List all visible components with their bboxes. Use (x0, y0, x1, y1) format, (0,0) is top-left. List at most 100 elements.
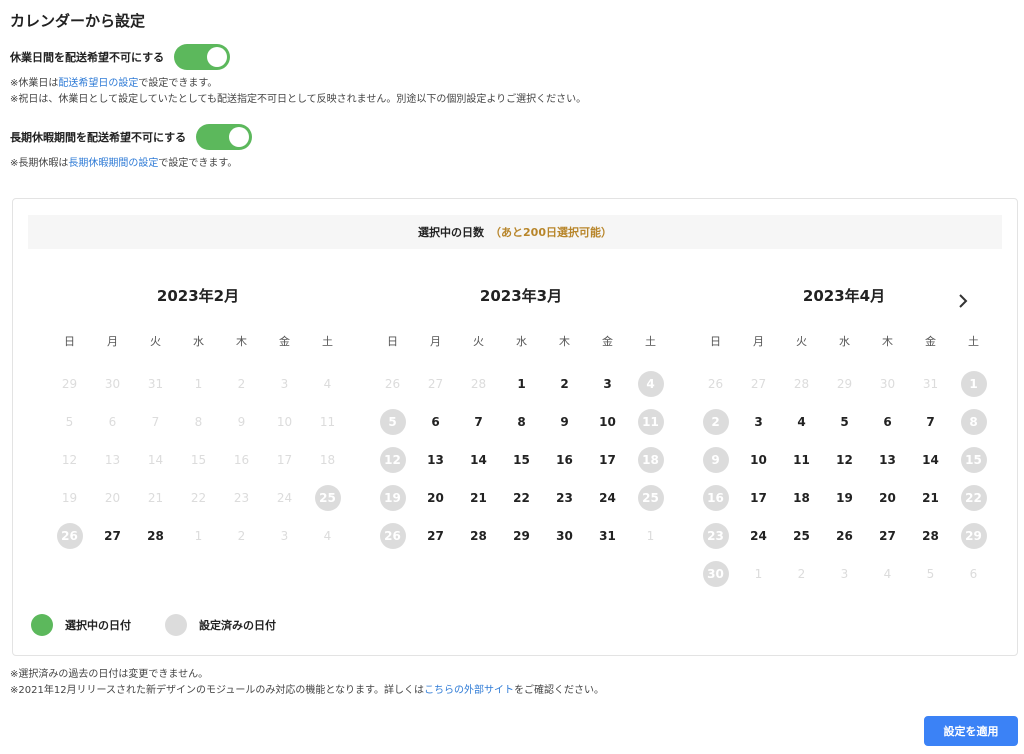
day-cell[interactable]: 4 (629, 365, 672, 403)
day-cell[interactable]: 10 (586, 403, 629, 441)
note-text: ※休業日は (10, 78, 59, 89)
day-cell[interactable]: 27 (866, 517, 909, 555)
day-cell[interactable]: 26 (48, 517, 91, 555)
weekday-label: 火 (150, 335, 161, 348)
day-cell[interactable]: 20 (414, 479, 457, 517)
day-cell[interactable]: 26 (823, 517, 866, 555)
day-cell[interactable]: 17 (586, 441, 629, 479)
day-cell[interactable]: 17 (737, 479, 780, 517)
day-cell[interactable]: 26 (371, 517, 414, 555)
day-cell[interactable]: 2 (694, 403, 737, 441)
day-number: 22 (960, 485, 987, 511)
day-cell[interactable]: 1 (500, 365, 543, 403)
day-number: 28 (470, 529, 487, 543)
day-cell[interactable]: 19 (371, 479, 414, 517)
day-cell[interactable]: 16 (543, 441, 586, 479)
day-cell[interactable]: 13 (866, 441, 909, 479)
day-cell[interactable]: 30 (694, 555, 737, 593)
vacation-toggle[interactable] (196, 124, 253, 150)
day-cell[interactable]: 18 (780, 479, 823, 517)
day-cell[interactable]: 5 (823, 403, 866, 441)
day-number: 12 (379, 447, 406, 473)
day-cell[interactable]: 3 (737, 403, 780, 441)
day-cell[interactable]: 11 (629, 403, 672, 441)
delivery-date-settings-link[interactable]: 配送希望日の設定 (58, 78, 138, 89)
day-cell[interactable]: 14 (909, 441, 952, 479)
day-number: 23 (702, 523, 729, 549)
day-cell[interactable]: 14 (457, 441, 500, 479)
day-cell[interactable]: 2 (543, 365, 586, 403)
day-cell[interactable]: 22 (952, 479, 995, 517)
day-number: 23 (556, 491, 573, 505)
day-cell[interactable]: 1 (952, 365, 995, 403)
day-cell[interactable]: 24 (737, 517, 780, 555)
day-cell[interactable]: 15 (500, 441, 543, 479)
day-cell[interactable]: 25 (780, 517, 823, 555)
day-cell[interactable]: 5 (371, 403, 414, 441)
day-cell[interactable]: 21 (457, 479, 500, 517)
vacation-settings-link[interactable]: 長期休暇期間の設定 (68, 158, 158, 169)
day-cell[interactable]: 19 (823, 479, 866, 517)
day-cell[interactable]: 29 (952, 517, 995, 555)
day-cell[interactable]: 21 (909, 479, 952, 517)
day-cell[interactable]: 10 (737, 441, 780, 479)
day-cell[interactable]: 23 (543, 479, 586, 517)
day-cell[interactable]: 22 (500, 479, 543, 517)
day-cell[interactable]: 18 (629, 441, 672, 479)
day-cell[interactable]: 13 (414, 441, 457, 479)
month-title: 2023年2月 (156, 287, 240, 305)
day-cell[interactable]: 28 (457, 517, 500, 555)
day-number: 21 (922, 491, 939, 505)
day-cell[interactable]: 16 (694, 479, 737, 517)
day-cell[interactable]: 11 (780, 441, 823, 479)
vacation-setting: 長期休暇期間を配送希望不可にする ※長期休暇は長期休暇期間の設定で設定できます。 (10, 124, 253, 172)
day-cell[interactable]: 29 (500, 517, 543, 555)
holiday-toggle[interactable] (174, 44, 231, 70)
day-number: 8 (960, 409, 987, 435)
day-cell: 9 (220, 403, 263, 441)
day-cell[interactable]: 6 (866, 403, 909, 441)
day-number: 20 (104, 491, 121, 505)
day-cell[interactable]: 7 (909, 403, 952, 441)
day-number: 26 (707, 377, 724, 391)
day-cell[interactable]: 4 (780, 403, 823, 441)
day-cell: 14 (134, 441, 177, 479)
day-cell: 10 (263, 403, 306, 441)
day-cell[interactable]: 12 (823, 441, 866, 479)
day-cell[interactable]: 28 (909, 517, 952, 555)
day-cell[interactable]: 25 (629, 479, 672, 517)
day-cell[interactable]: 7 (457, 403, 500, 441)
day-cell[interactable]: 12 (371, 441, 414, 479)
day-number: 10 (750, 453, 767, 467)
day-cell: 29 (823, 365, 866, 403)
day-cell[interactable]: 27 (91, 517, 134, 555)
day-number: 31 (599, 529, 616, 543)
apply-settings-button[interactable]: 設定を適用 (924, 716, 1018, 746)
day-cell[interactable]: 3 (586, 365, 629, 403)
day-cell[interactable]: 8 (952, 403, 995, 441)
day-cell[interactable]: 23 (694, 517, 737, 555)
day-cell[interactable]: 20 (866, 479, 909, 517)
day-number: 26 (379, 523, 406, 549)
day-cell[interactable]: 9 (694, 441, 737, 479)
weekday-label: 木 (559, 335, 570, 348)
day-cell[interactable]: 27 (414, 517, 457, 555)
day-number: 27 (427, 529, 444, 543)
day-cell[interactable]: 31 (586, 517, 629, 555)
day-number: 28 (470, 377, 487, 391)
day-number: 18 (637, 447, 664, 473)
next-month-button[interactable] (953, 291, 973, 311)
weekday-label: 金 (925, 335, 936, 348)
day-cell[interactable]: 6 (414, 403, 457, 441)
day-cell[interactable]: 24 (586, 479, 629, 517)
day-cell[interactable]: 9 (543, 403, 586, 441)
day-cell[interactable]: 30 (543, 517, 586, 555)
day-cell[interactable]: 28 (134, 517, 177, 555)
note-text: ※長期休暇は (10, 158, 69, 169)
external-site-link[interactable]: こちらの外部サイト (424, 685, 514, 696)
day-cell[interactable]: 8 (500, 403, 543, 441)
day-number: 9 (237, 415, 246, 429)
day-cell[interactable]: 25 (306, 479, 349, 517)
day-cell: 22 (177, 479, 220, 517)
day-cell[interactable]: 15 (952, 441, 995, 479)
